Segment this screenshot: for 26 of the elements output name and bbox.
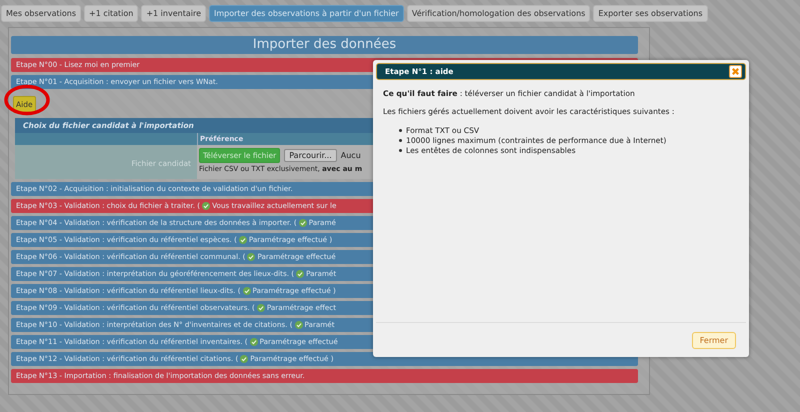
check-icon [242, 287, 251, 295]
check-icon [256, 304, 265, 312]
check-icon [240, 355, 248, 363]
close-icon [731, 67, 740, 76]
highlight-circle [4, 84, 50, 116]
tab[interactable]: +1 inventaire [141, 5, 206, 22]
tab[interactable]: +1 citation [84, 5, 138, 22]
tab[interactable]: Vérification/homologation des observations [406, 5, 590, 22]
check-icon [238, 236, 247, 244]
check-icon [202, 202, 210, 210]
check-icon [296, 270, 304, 278]
panel-title: Importer des données [11, 36, 638, 54]
check-icon [298, 219, 307, 227]
file-status: Aucu [340, 151, 361, 160]
tab[interactable]: Exporter ses observations [593, 5, 708, 22]
close-button[interactable]: Fermer [692, 332, 736, 348]
bullet-icon [399, 138, 402, 142]
tab[interactable]: Mes observations [1, 5, 82, 22]
check-icon [294, 321, 303, 329]
bullet-icon [399, 148, 402, 152]
bullet-icon [399, 128, 402, 132]
close-button[interactable] [729, 65, 742, 78]
browse-button[interactable]: Parcourir... [284, 149, 337, 162]
tab[interactable]: Importer des observations à partir d'un fichier [209, 5, 404, 22]
check-icon [250, 338, 258, 346]
check-icon [247, 253, 256, 261]
